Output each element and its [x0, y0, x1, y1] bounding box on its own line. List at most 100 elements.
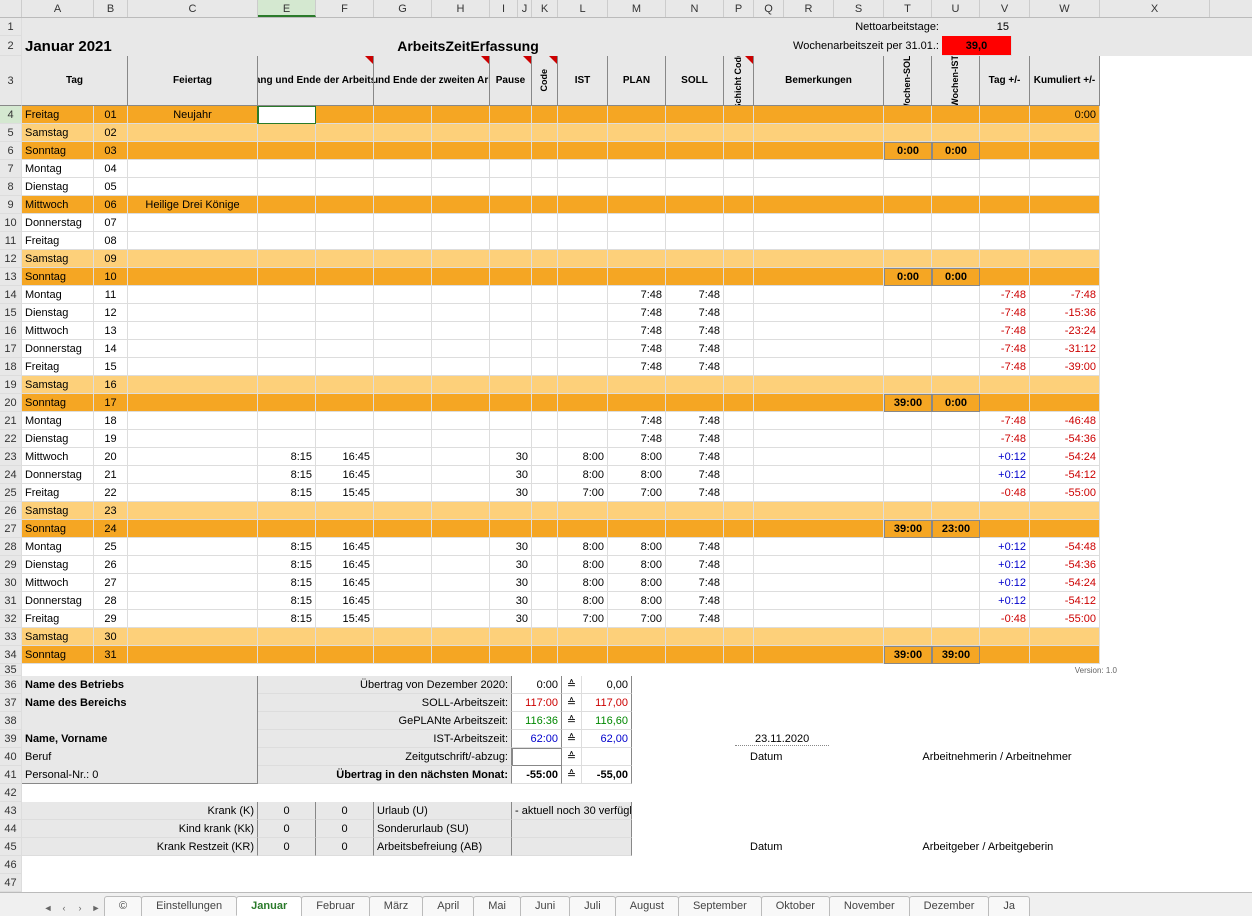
wsoll-cell[interactable] [884, 538, 932, 556]
row-20[interactable]: 20 [0, 394, 22, 412]
soll-cell[interactable]: 7:48 [666, 358, 724, 376]
soll-cell[interactable] [666, 232, 724, 250]
start2-cell[interactable] [374, 196, 432, 214]
kum-cell[interactable] [1030, 196, 1100, 214]
col-F[interactable]: F [316, 0, 374, 17]
tagpm-cell[interactable] [980, 268, 1030, 286]
bem-cell[interactable] [754, 430, 884, 448]
day-cell[interactable]: Samstag [22, 628, 94, 646]
wist-cell[interactable] [932, 160, 980, 178]
plan-cell[interactable]: 7:48 [608, 358, 666, 376]
soll-cell[interactable] [666, 178, 724, 196]
bem-cell[interactable] [754, 304, 884, 322]
day-cell[interactable]: Mittwoch [22, 574, 94, 592]
kum-cell[interactable] [1030, 646, 1100, 664]
ist-cell[interactable] [558, 304, 608, 322]
code-cell[interactable] [532, 466, 558, 484]
schicht-cell[interactable] [724, 178, 754, 196]
end2-cell[interactable] [432, 358, 490, 376]
start1-cell[interactable] [258, 322, 316, 340]
end1-cell[interactable] [316, 340, 374, 358]
day-cell[interactable]: Mittwoch [22, 196, 94, 214]
schicht-cell[interactable] [724, 322, 754, 340]
col-H[interactable]: H [432, 0, 490, 17]
tagpm-cell[interactable]: -7:48 [980, 340, 1030, 358]
soll-cell[interactable] [666, 520, 724, 538]
start1-cell[interactable]: 8:15 [258, 484, 316, 502]
tagpm-cell[interactable] [980, 376, 1030, 394]
soll-cell[interactable] [666, 214, 724, 232]
row-34[interactable]: 34 [0, 646, 22, 664]
row-9[interactable]: 9 [0, 196, 22, 214]
kum-cell[interactable] [1030, 232, 1100, 250]
row-12[interactable]: 12 [0, 250, 22, 268]
row-2[interactable]: 2 [0, 36, 22, 56]
start2-cell[interactable] [374, 646, 432, 664]
end2-cell[interactable] [432, 466, 490, 484]
schicht-cell[interactable] [724, 286, 754, 304]
row-10[interactable]: 10 [0, 214, 22, 232]
plan-cell[interactable] [608, 232, 666, 250]
plan-cell[interactable]: 8:00 [608, 448, 666, 466]
wist-cell[interactable]: 23:00 [932, 520, 980, 538]
row-28[interactable]: 28 [0, 538, 22, 556]
holiday-cell[interactable] [128, 484, 258, 502]
end1-cell[interactable] [316, 376, 374, 394]
end1-cell[interactable]: 16:45 [316, 592, 374, 610]
end2-cell[interactable] [432, 484, 490, 502]
sheet-tab-januar[interactable]: Januar [236, 896, 302, 916]
day-cell[interactable]: Dienstag [22, 304, 94, 322]
holiday-cell[interactable] [128, 322, 258, 340]
row-31[interactable]: 31 [0, 592, 22, 610]
sheet-tab-februar[interactable]: Februar [301, 896, 370, 916]
plan-cell[interactable] [608, 250, 666, 268]
code-cell[interactable] [532, 160, 558, 178]
pause-cell[interactable] [490, 358, 532, 376]
daynum-cell[interactable]: 15 [94, 358, 128, 376]
pause-cell[interactable] [490, 394, 532, 412]
start2-cell[interactable] [374, 520, 432, 538]
pause-cell[interactable] [490, 340, 532, 358]
plan-cell[interactable]: 8:00 [608, 592, 666, 610]
daynum-cell[interactable]: 14 [94, 340, 128, 358]
tagpm-cell[interactable]: -0:48 [980, 484, 1030, 502]
wsoll-cell[interactable] [884, 232, 932, 250]
bem-cell[interactable] [754, 412, 884, 430]
ist-cell[interactable] [558, 286, 608, 304]
end1-cell[interactable] [316, 628, 374, 646]
tagpm-cell[interactable]: -7:48 [980, 430, 1030, 448]
bem-cell[interactable] [754, 484, 884, 502]
col-V[interactable]: V [980, 0, 1030, 17]
pause-cell[interactable] [490, 160, 532, 178]
wsoll-cell[interactable] [884, 556, 932, 574]
daynum-cell[interactable]: 11 [94, 286, 128, 304]
schicht-cell[interactable] [724, 268, 754, 286]
soll-cell[interactable]: 7:48 [666, 430, 724, 448]
pause-cell[interactable]: 30 [490, 538, 532, 556]
wsoll-cell[interactable] [884, 430, 932, 448]
kum-cell[interactable]: -54:48 [1030, 538, 1100, 556]
kum-cell[interactable]: 0:00 [1030, 106, 1100, 124]
start1-cell[interactable] [258, 232, 316, 250]
tagpm-cell[interactable] [980, 124, 1030, 142]
holiday-cell[interactable]: Heilige Drei Könige [128, 196, 258, 214]
tagpm-cell[interactable] [980, 178, 1030, 196]
sheet-tab-august[interactable]: August [615, 896, 679, 916]
code-cell[interactable] [532, 484, 558, 502]
holiday-cell[interactable] [128, 232, 258, 250]
ist-cell[interactable]: 8:00 [558, 448, 608, 466]
wist-cell[interactable] [932, 358, 980, 376]
row-38[interactable]: 38 [0, 712, 22, 730]
daynum-cell[interactable]: 12 [94, 304, 128, 322]
plan-cell[interactable] [608, 646, 666, 664]
code-cell[interactable] [532, 430, 558, 448]
row-15[interactable]: 15 [0, 304, 22, 322]
row-43[interactable]: 43 [0, 802, 22, 820]
schicht-cell[interactable] [724, 502, 754, 520]
tagpm-cell[interactable] [980, 646, 1030, 664]
start2-cell[interactable] [374, 232, 432, 250]
bem-cell[interactable] [754, 448, 884, 466]
schicht-cell[interactable] [724, 196, 754, 214]
soll-cell[interactable] [666, 106, 724, 124]
schicht-cell[interactable] [724, 646, 754, 664]
